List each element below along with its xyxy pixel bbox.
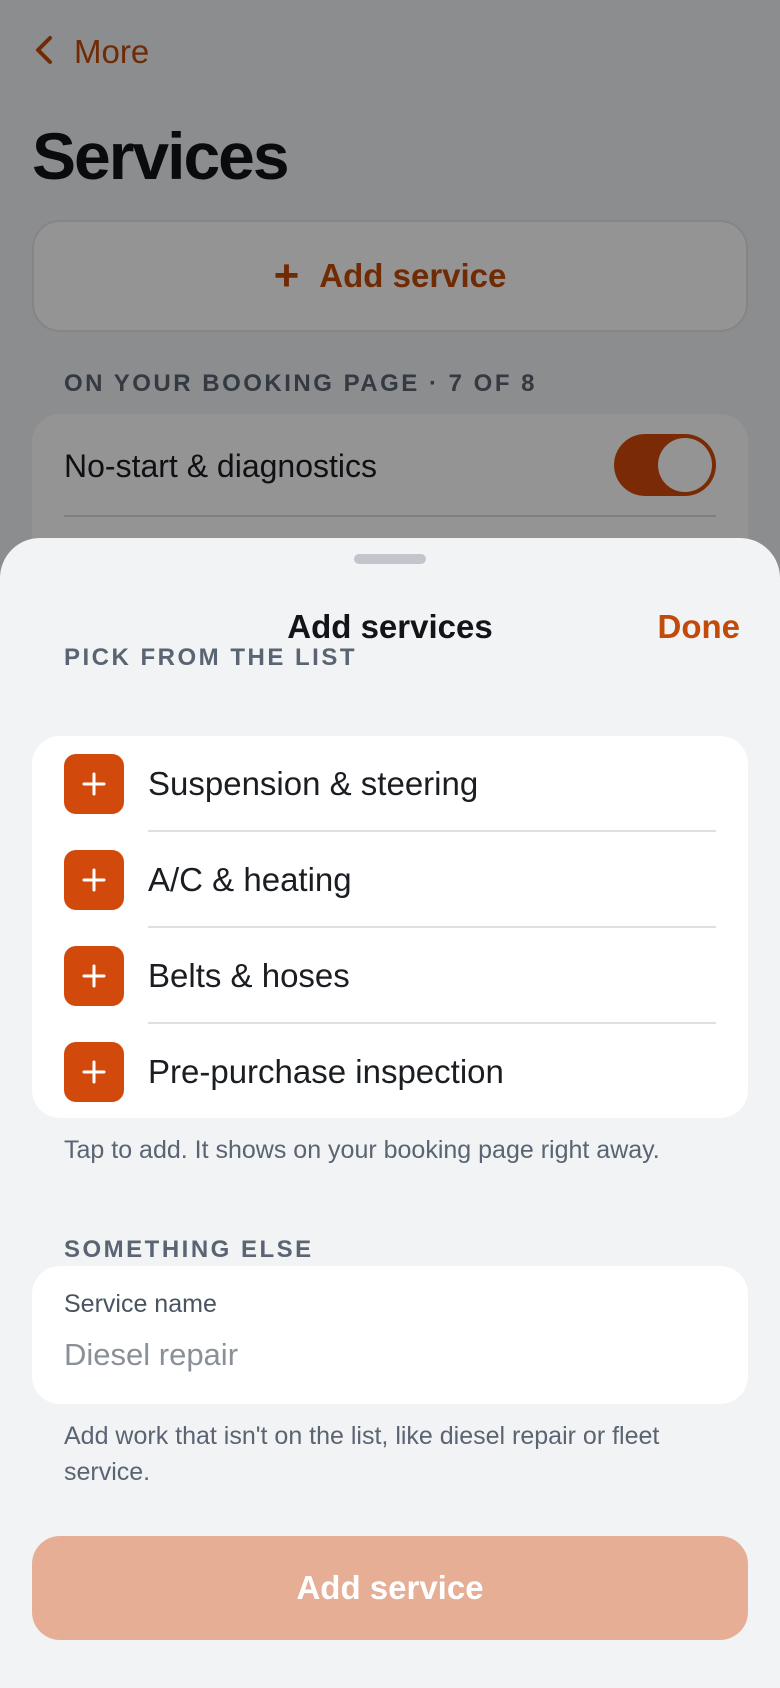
plus-icon[interactable] bbox=[64, 1042, 124, 1102]
pick-item-label: Suspension & steering bbox=[148, 765, 479, 802]
custom-help-text: Add work that isn't on the list, like di… bbox=[64, 1422, 660, 1486]
pick-help-text: Tap to add. It shows on your booking pag… bbox=[64, 1136, 660, 1164]
pick-item-ac-heating[interactable]: A/C & heating bbox=[32, 832, 748, 928]
pick-item-pre-purchase-inspection[interactable]: Pre-purchase inspection bbox=[32, 1024, 748, 1120]
plus-icon[interactable] bbox=[64, 946, 124, 1006]
add-services-sheet: Add services Done PICK FROM THE LIST Sus… bbox=[0, 538, 780, 1688]
pick-item-suspension-steering[interactable]: Suspension & steering bbox=[32, 736, 748, 832]
pick-item-label: Pre-purchase inspection bbox=[148, 1053, 504, 1090]
pick-item-label: A/C & heating bbox=[148, 861, 352, 898]
plus-icon[interactable] bbox=[64, 850, 124, 910]
pick-section-label: PICK FROM THE LIST bbox=[64, 644, 357, 671]
service-name-card: Service name bbox=[32, 1266, 748, 1404]
done-button[interactable]: Done bbox=[658, 608, 741, 646]
service-name-label: Service name bbox=[64, 1290, 217, 1318]
custom-section-label: SOMETHING ELSE bbox=[64, 1236, 314, 1263]
plus-icon[interactable] bbox=[64, 754, 124, 814]
pick-item-belts-hoses[interactable]: Belts & hoses bbox=[32, 928, 748, 1024]
sheet-grabber[interactable] bbox=[354, 554, 426, 564]
add-service-submit-button[interactable]: Add service bbox=[32, 1536, 748, 1640]
pick-item-label: Belts & hoses bbox=[148, 957, 350, 994]
add-service-submit-label: Add service bbox=[296, 1569, 484, 1606]
pick-list-card: Suspension & steering A/C & heating Belt… bbox=[32, 736, 748, 1118]
service-name-input[interactable] bbox=[64, 1332, 714, 1378]
